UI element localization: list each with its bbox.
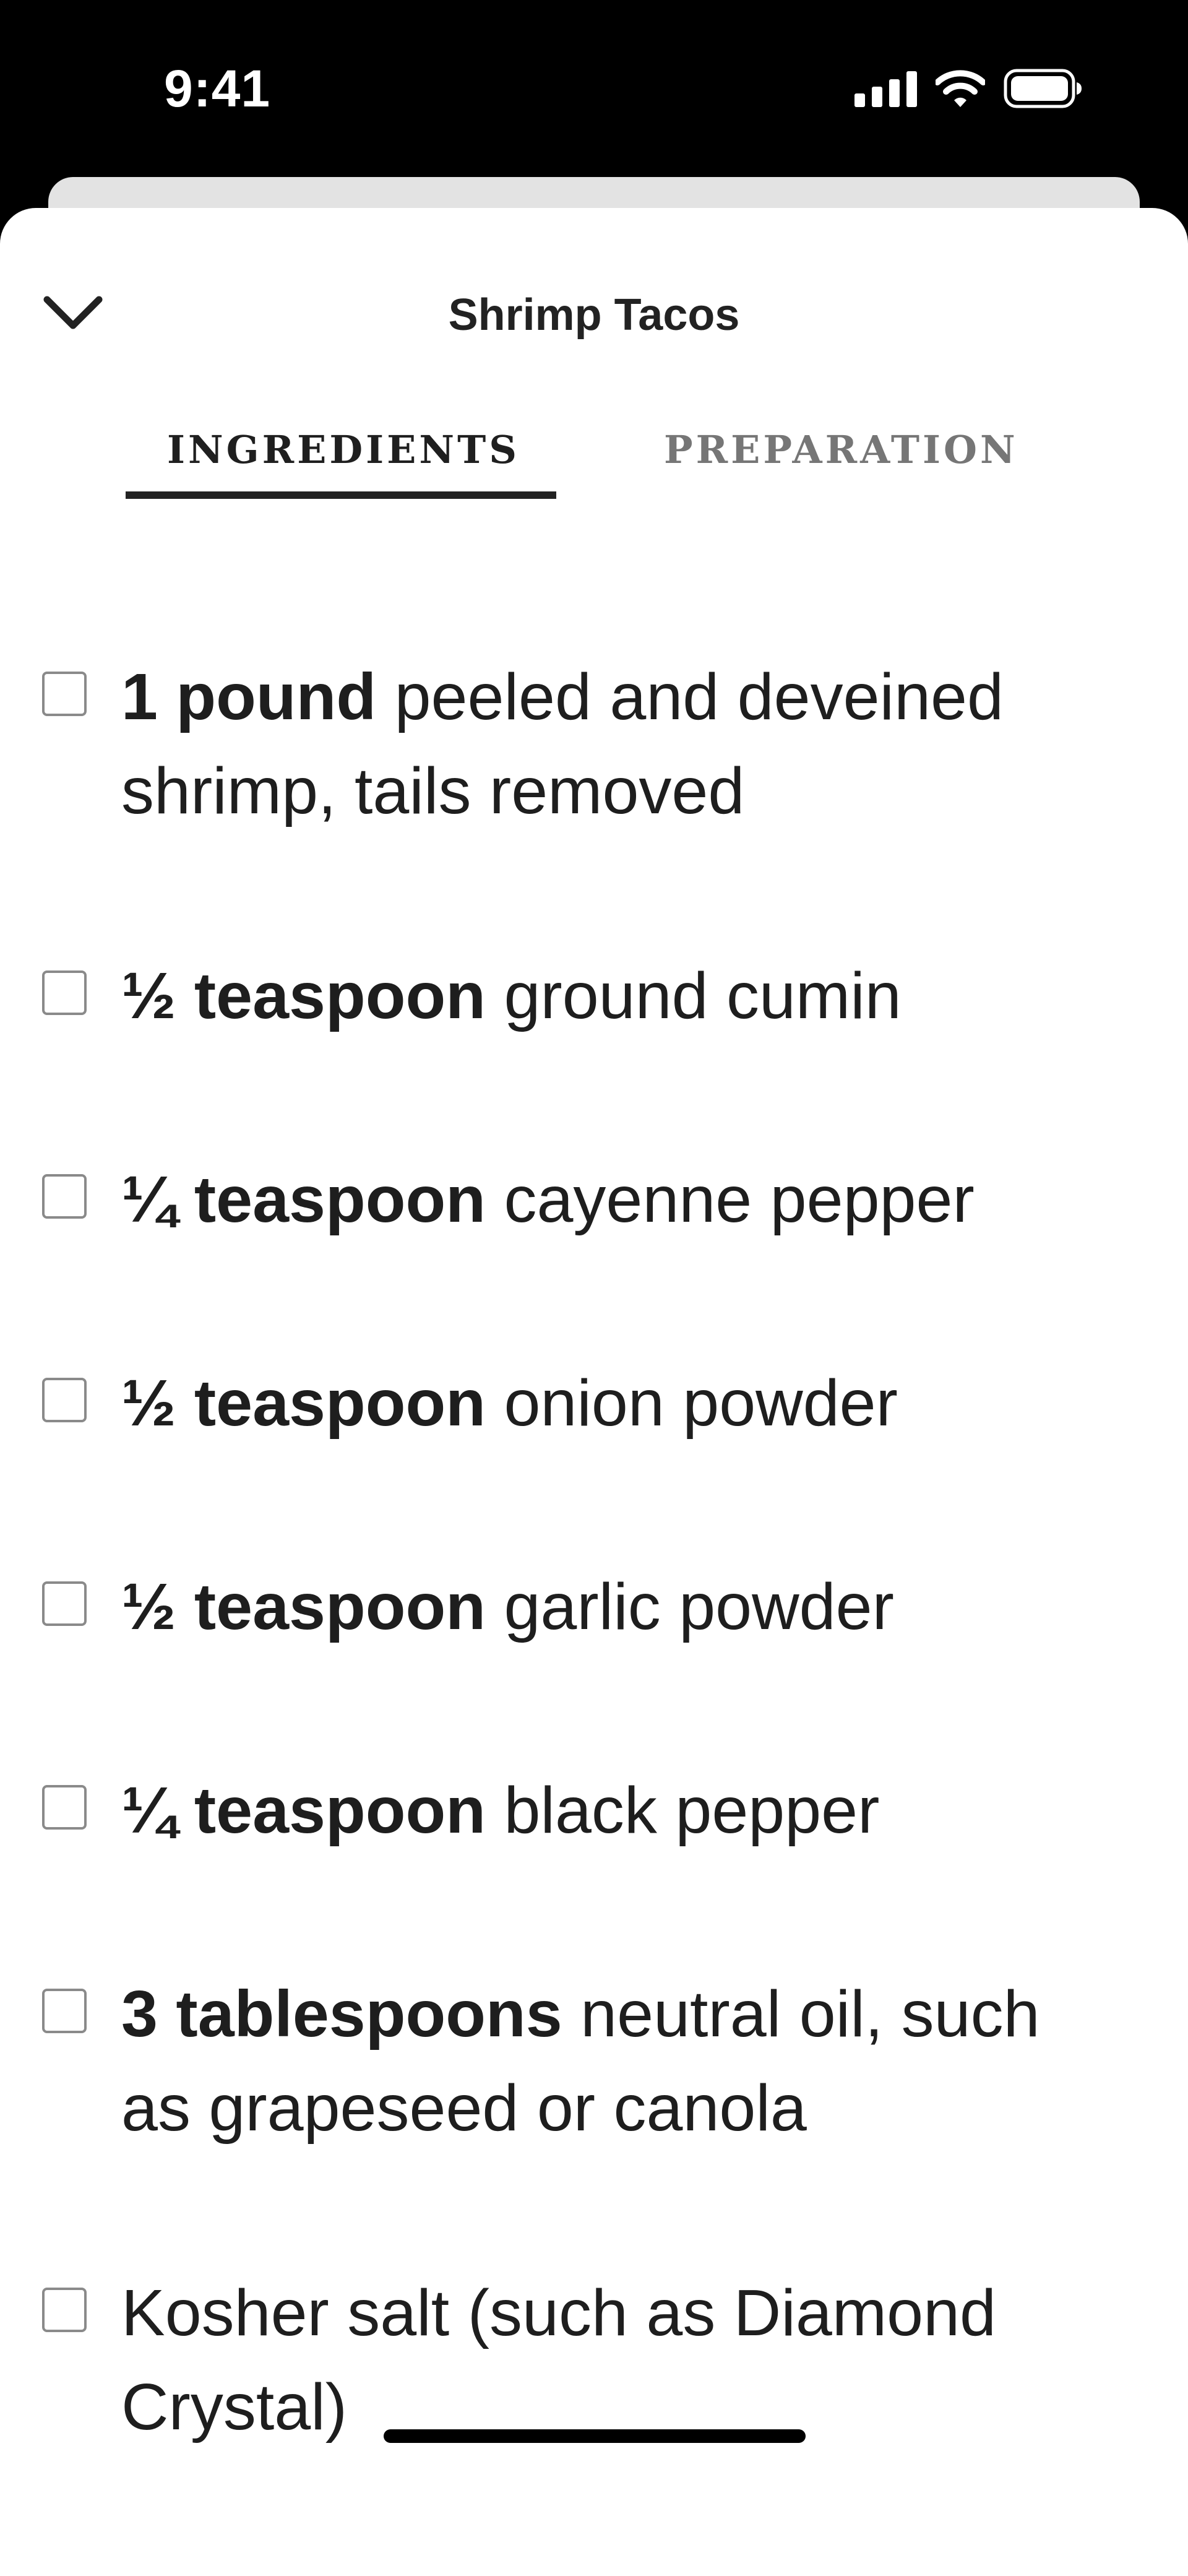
status-icons — [854, 67, 1083, 110]
ingredient-name: garlic powder — [486, 1570, 894, 1643]
tab-ingredients[interactable]: INGREDIENTS — [167, 427, 520, 472]
status-bar: 9:41 — [0, 0, 1188, 179]
ingredient-checkbox[interactable] — [42, 1989, 87, 2033]
ingredient-text: ¼ teaspoon cayenne pepper — [121, 1152, 1124, 1247]
ingredient-text: ½ teaspoon garlic powder — [121, 1560, 1124, 1654]
ingredient-checkbox[interactable] — [42, 2288, 87, 2332]
ingredient-checkbox[interactable] — [42, 1785, 87, 1830]
ingredient-name: ground cumin — [486, 959, 902, 1032]
ingredient-quantity: 1 pound — [121, 660, 377, 733]
ingredient-text: 1 pound peeled and deveined shrimp, tail… — [121, 650, 1124, 838]
ingredient-name: onion powder — [486, 1367, 898, 1440]
ingredient-checkbox[interactable] — [42, 970, 87, 1015]
ingredient-checkbox[interactable] — [42, 1581, 87, 1626]
home-indicator[interactable] — [384, 2429, 806, 2443]
ingredient-quantity: ¼ teaspoon — [121, 1163, 486, 1236]
ingredient-quantity: ½ teaspoon — [121, 1367, 486, 1440]
wifi-icon — [936, 70, 985, 107]
cellular-signal-icon — [854, 70, 917, 107]
ingredient-name: Kosher salt (such as Diamond Crystal) — [121, 2276, 996, 2444]
status-time: 9:41 — [164, 59, 271, 118]
ingredient-name: cayenne pepper — [486, 1163, 975, 1236]
ingredient-checkbox[interactable] — [42, 672, 87, 716]
ingredient-text: 3 tablespoons neutral oil, such as grape… — [121, 1967, 1124, 2155]
recipe-title: Shrimp Tacos — [448, 290, 740, 340]
ingredient-name: black pepper — [486, 1774, 880, 1847]
ingredient-quantity: ½ teaspoon — [121, 1570, 486, 1643]
tab-preparation[interactable]: PREPARATION — [664, 427, 1018, 472]
ingredient-text: Kosher salt (such as Diamond Crystal) — [121, 2266, 1124, 2454]
ingredient-quantity: 3 tablespoons — [121, 1977, 562, 2051]
ingredient-text: ½ teaspoon onion powder — [121, 1356, 1124, 1450]
ingredient-text: ¼ teaspoon black pepper — [121, 1763, 1124, 1857]
ingredient-quantity: ½ teaspoon — [121, 959, 486, 1032]
ingredient-checkbox[interactable] — [42, 1378, 87, 1422]
ingredient-checkbox[interactable] — [42, 1174, 87, 1219]
battery-icon — [1004, 69, 1082, 108]
active-tab-indicator — [126, 491, 556, 499]
ingredient-text: ½ teaspoon ground cumin — [121, 949, 1124, 1043]
ingredient-quantity: ¼ teaspoon — [121, 1774, 486, 1847]
